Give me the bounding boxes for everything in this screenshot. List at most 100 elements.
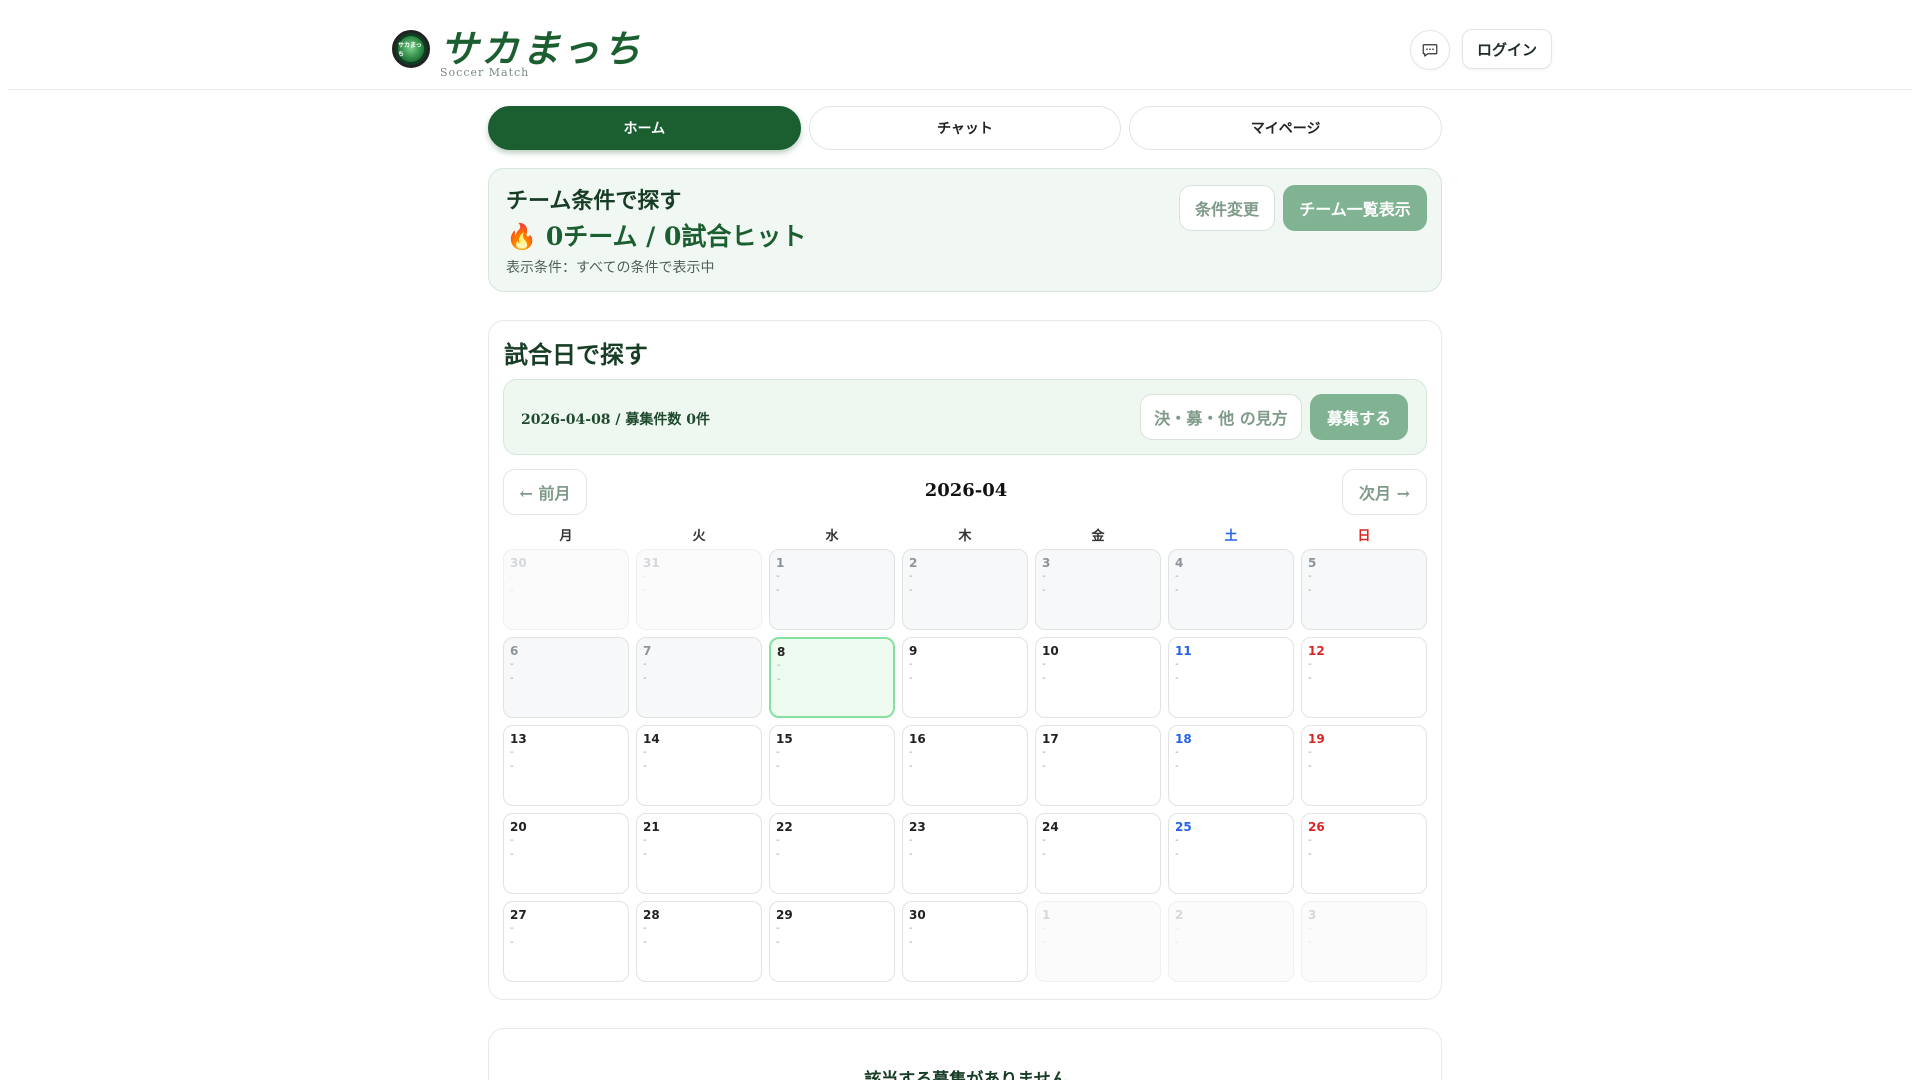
calendar-day-cell[interactable]: 6-- [503,637,629,718]
day-status-line: - [1042,849,1046,860]
day-number: 11 [1175,644,1192,658]
calendar-day-cell[interactable]: 17- - [1035,725,1161,806]
day-number: 1 [1042,908,1051,922]
day-status-line: - [1308,923,1312,934]
day-status-line: - [1175,571,1179,582]
login-button[interactable]: ログイン [1462,29,1552,69]
calendar-day-cell[interactable]: 19- - [1301,725,1427,806]
day-status-line: - [1175,835,1179,846]
calendar-day-cell[interactable]: 9-- [902,637,1028,718]
day-status-line: - [1175,923,1179,934]
calendar-day-cell[interactable]: 20- - [503,813,629,894]
day-status-line: - [909,937,913,948]
day-number: 25 [1175,820,1192,834]
calendar-day-cell[interactable]: 11- - [1168,637,1294,718]
prev-month-button[interactable]: ← 前月 [503,469,587,515]
calendar-day-cell[interactable]: 30- - [902,901,1028,982]
calendar-day-cell[interactable]: 18- - [1168,725,1294,806]
day-number: 16 [909,732,926,746]
day-number: 27 [510,908,527,922]
day-status-line: - [510,585,514,596]
weekday-label-saturday: 土 [1224,529,1238,544]
day-status-line: - [1175,747,1179,758]
day-status-line: - [1042,585,1046,596]
day-number: 19 [1308,732,1325,746]
day-status-line: - [1175,585,1179,596]
day-status-line: - [1175,673,1179,684]
calendar-day-cell[interactable]: 15- - [769,725,895,806]
team-hit-count: 🔥 0チーム / 0試合ヒット [506,222,807,251]
day-status-line: - [909,673,913,684]
day-status-line: - [510,761,514,772]
chat-button[interactable] [1410,30,1450,70]
day-status-line: - [643,673,647,684]
day-number: 3 [1042,556,1051,570]
day-status-line: - [1308,835,1312,846]
calendar-day-cell[interactable]: 14- - [636,725,762,806]
calendar-day-cell[interactable]: 12- - [1301,637,1427,718]
day-number: 21 [643,820,660,834]
day-status-line: - [909,659,913,670]
team-search-card: チーム条件で探す 🔥 0チーム / 0試合ヒット 表示条件：すべての条件で表示中… [488,168,1442,292]
calendar-day-cell: 30- - [503,549,629,630]
calendar-day-cell[interactable]: 25- - [1168,813,1294,894]
next-month-button[interactable]: 次月 → [1342,469,1427,515]
legend-help-button[interactable]: 決・募・他 の見方 [1140,394,1302,440]
tab-mypage[interactable]: マイページ [1129,106,1443,150]
day-status-line: - [776,571,780,582]
day-number: 30 [909,908,926,922]
day-status-line: - [1175,761,1179,772]
calendar-day-cell[interactable]: 22- - [769,813,895,894]
calendar-day-cell: 1-- [1035,901,1161,982]
calendar-day-cell[interactable]: 16- - [902,725,1028,806]
weekday-label: 金 [1091,529,1105,544]
day-number: 3 [1308,908,1317,922]
weekday-label: 水 [825,529,839,544]
day-number: 13 [510,732,527,746]
calendar-day-cell[interactable]: 23- - [902,813,1028,894]
calendar-day-cell[interactable]: 28- - [636,901,762,982]
calendar-day-cell[interactable]: 2-- [902,549,1028,630]
calendar-day-cell[interactable]: 27- - [503,901,629,982]
calendar-grid: 30- -31- -1- -2- -3- -4- -5- -6- -7- -8- -9- -10- -1… [503,549,1427,982]
day-number: 6 [510,644,519,658]
calendar-day-cell[interactable]: 26- - [1301,813,1427,894]
calendar-day-cell[interactable]: 29- - [769,901,895,982]
day-status-line: - [643,761,647,772]
calendar-day-cell[interactable]: 24- - [1035,813,1161,894]
current-month-label: 2026-04 [924,480,1008,501]
calendar-day-cell[interactable]: 7-- [636,637,762,718]
day-number: 8 [777,645,786,659]
day-status-line: - [1175,849,1179,860]
tab-chat[interactable]: チャット [808,106,1122,150]
change-condition-button[interactable]: 条件変更 [1179,185,1275,231]
day-number: 7 [643,644,652,658]
calendar-day-cell[interactable]: 13- - [503,725,629,806]
team-list-button[interactable]: チーム一覧表示 [1283,185,1427,231]
recruit-button[interactable]: 募集する [1310,394,1408,440]
weekday-label: 木 [958,529,972,544]
day-status-line: - [643,923,647,934]
calendar-day-cell[interactable]: 4-- [1168,549,1294,630]
day-status-line: - [510,747,514,758]
day-status-line: - [1042,937,1046,948]
date-search-card: 試合日で探す 2026-04-08 / 募集件数 0件 決・募・他 の見方 募集… [488,320,1442,1000]
day-status-line: - [1308,585,1312,596]
calendar-day-cell[interactable]: 5-- [1301,549,1427,630]
tab-home[interactable]: ホーム [488,106,801,150]
day-number: 2 [909,556,918,570]
calendar-day-cell[interactable]: 3-- [1035,549,1161,630]
day-status-line: - [1042,673,1046,684]
calendar-day-cell[interactable]: 10- - [1035,637,1161,718]
calendar-day-cell[interactable]: 21- - [636,813,762,894]
day-status-line: - [643,585,647,596]
calendar-day-cell[interactable]: 1-- [769,549,895,630]
calendar-day-cell-selected[interactable]: 8-- [769,637,895,718]
day-number: 17 [1042,732,1059,746]
day-number: 23 [909,820,926,834]
day-status-line: - [777,674,781,685]
day-status-line: - [776,937,780,948]
day-status-line: - [776,923,780,934]
logo-title[interactable]: サカまっち [440,18,643,73]
logo-badge-icon[interactable]: サカまっち [392,30,430,68]
